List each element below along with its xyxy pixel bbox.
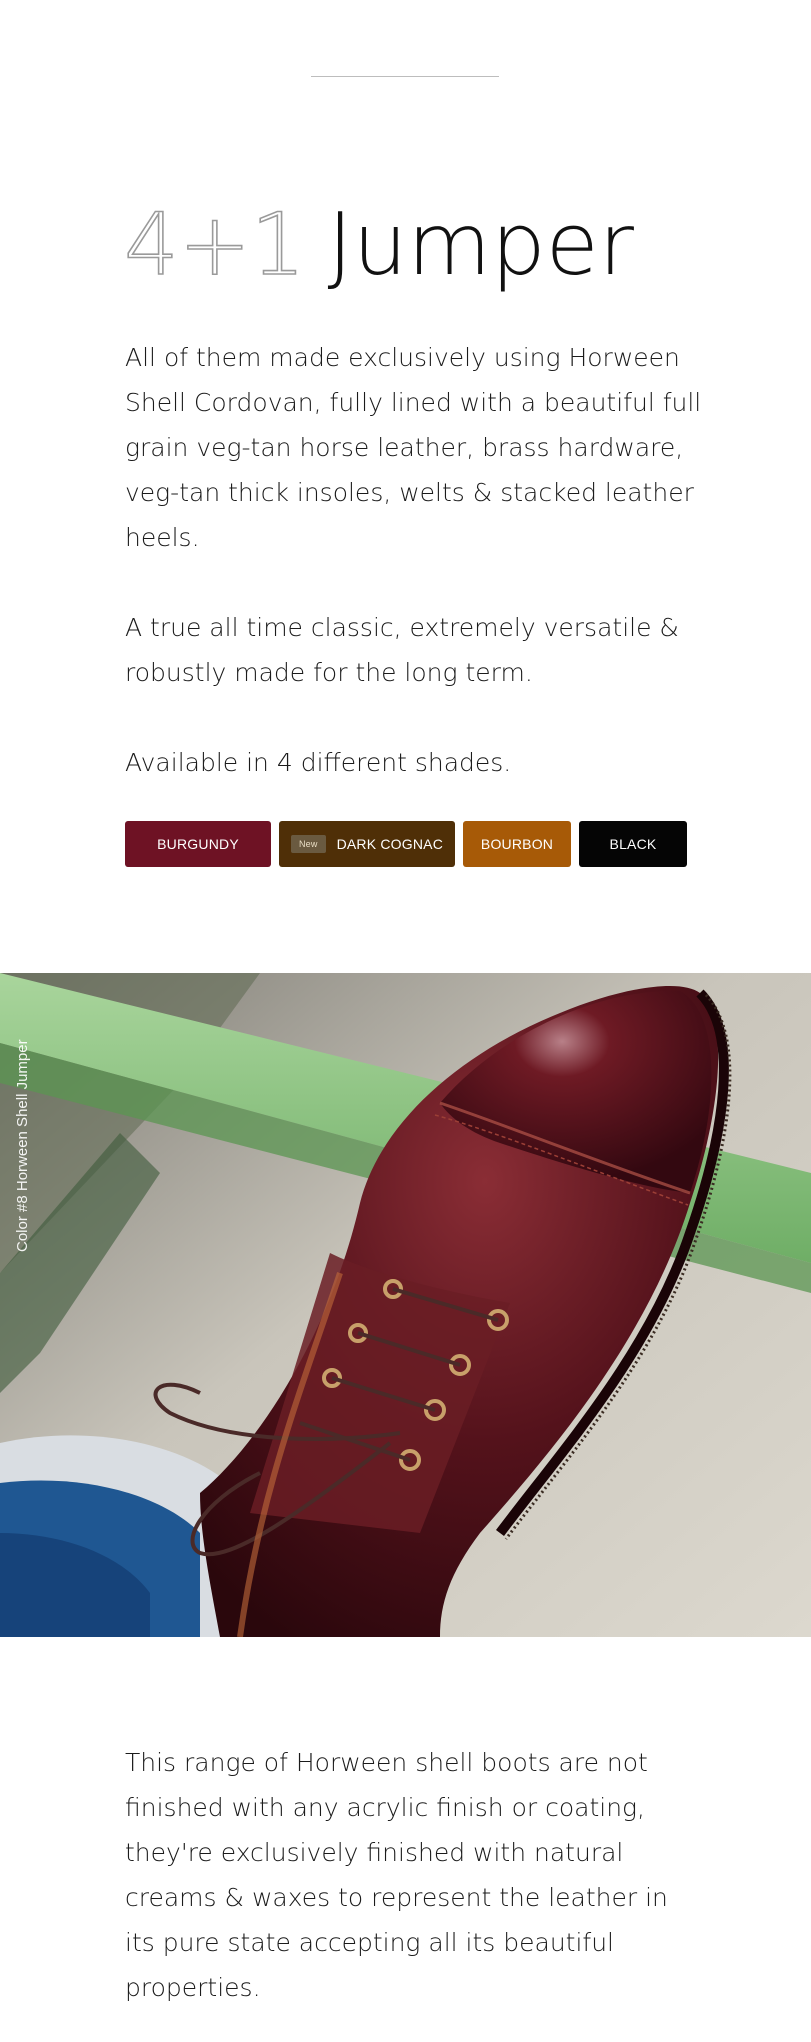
- classic-paragraph: A true all time classic, extremely versa…: [125, 613, 679, 687]
- product-photo: [0, 973, 811, 1637]
- shade-button-burgundy[interactable]: BURGUNDY: [125, 821, 271, 867]
- shade-button-black[interactable]: BLACK: [579, 821, 687, 867]
- new-badge: New: [290, 835, 326, 853]
- shade-label: BLACK: [609, 836, 657, 852]
- finish-paragraph: This range of Horween shell boots are no…: [125, 1748, 668, 2002]
- title-word: Jumper: [327, 195, 635, 295]
- shade-selector: BURGUNDY New DARK COGNAC BOURBON BLACK: [125, 821, 687, 867]
- shade-label: DARK COGNAC: [336, 836, 444, 852]
- top-divider: [311, 76, 499, 77]
- shade-button-dark-cognac[interactable]: New DARK COGNAC: [279, 821, 455, 867]
- shade-button-bourbon[interactable]: BOURBON: [463, 821, 571, 867]
- shade-label: BOURBON: [480, 836, 554, 852]
- boot-illustration: [0, 973, 811, 1637]
- shade-label: BURGUNDY: [157, 836, 239, 852]
- page-title: 4+1 Jumper: [123, 194, 635, 296]
- photo-caption: Color #8 Horween Shell Jumper: [14, 1039, 31, 1252]
- intro-paragraph: All of them made exclusively using Horwe…: [125, 343, 702, 552]
- title-number: 4+1: [123, 194, 306, 296]
- availability-paragraph: Available in 4 different shades.: [125, 748, 512, 777]
